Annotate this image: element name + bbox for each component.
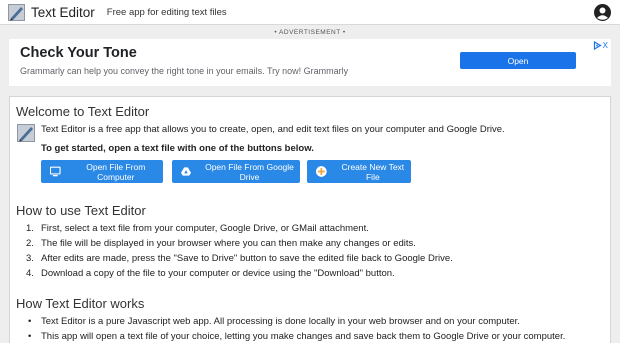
open-from-computer-label: Open File From Computer xyxy=(86,161,146,182)
google-drive-icon xyxy=(181,167,191,176)
main-content: Welcome to Text Editor Text Editor is a … xyxy=(9,96,611,343)
get-started-text: To get started, open a text file with on… xyxy=(41,143,314,154)
intro-text: Text Editor is a free app that allows yo… xyxy=(41,124,505,135)
welcome-title: Welcome to Text Editor xyxy=(16,104,150,119)
ad-text[interactable]: Grammarly can help you convey the right … xyxy=(20,66,348,76)
ad-open-button[interactable]: Open xyxy=(460,52,576,69)
add-circle-icon xyxy=(316,166,327,177)
create-new-file-button[interactable]: Create New Text File xyxy=(307,160,411,183)
how-it-works-title: How Text Editor works xyxy=(16,296,145,311)
open-from-drive-label: Open File From Google Drive xyxy=(205,161,294,182)
account-icon[interactable] xyxy=(594,4,611,21)
create-new-file-label: Create New Text File xyxy=(341,161,405,182)
list-item: 1. First, select a text file from your co… xyxy=(26,223,369,234)
app-subtitle: Free app for editing text files xyxy=(106,6,227,18)
ad-choices[interactable]: X xyxy=(593,41,608,50)
list-item: 4. Download a copy of the file to your co… xyxy=(26,268,395,279)
open-from-drive-button[interactable]: Open File From Google Drive xyxy=(172,160,300,183)
how-to-use-steps: 1. First, select a text file from your co… xyxy=(26,221,596,281)
list-item: 2. The file will be displayed in your bro… xyxy=(26,238,416,249)
advertisement-label: • ADVERTISEMENT • xyxy=(274,29,346,36)
app-title: Text Editor xyxy=(31,4,95,20)
pencil-paper-icon xyxy=(8,3,25,21)
pencil-paper-icon xyxy=(17,124,35,142)
list-item: • This app will open a text file of your … xyxy=(28,331,566,342)
list-item: 3. After edits are made, press the "Save … xyxy=(26,253,453,264)
ad-title[interactable]: Check Your Tone xyxy=(20,45,137,61)
ad-banner[interactable]: Check Your Tone Grammarly can help you c… xyxy=(9,39,611,86)
ad-close-icon[interactable]: X xyxy=(603,41,608,50)
list-item: • Text Editor is a pure Javascript web ap… xyxy=(28,316,520,327)
open-from-computer-button[interactable]: Open File From Computer xyxy=(41,160,163,183)
adchoices-icon[interactable] xyxy=(593,41,602,50)
computer-icon xyxy=(50,166,61,177)
how-to-use-title: How to use Text Editor xyxy=(16,203,146,218)
top-bar: Text Editor Free app for editing text fi… xyxy=(0,0,620,25)
how-it-works-list: • Text Editor is a pure Javascript web ap… xyxy=(26,314,596,343)
